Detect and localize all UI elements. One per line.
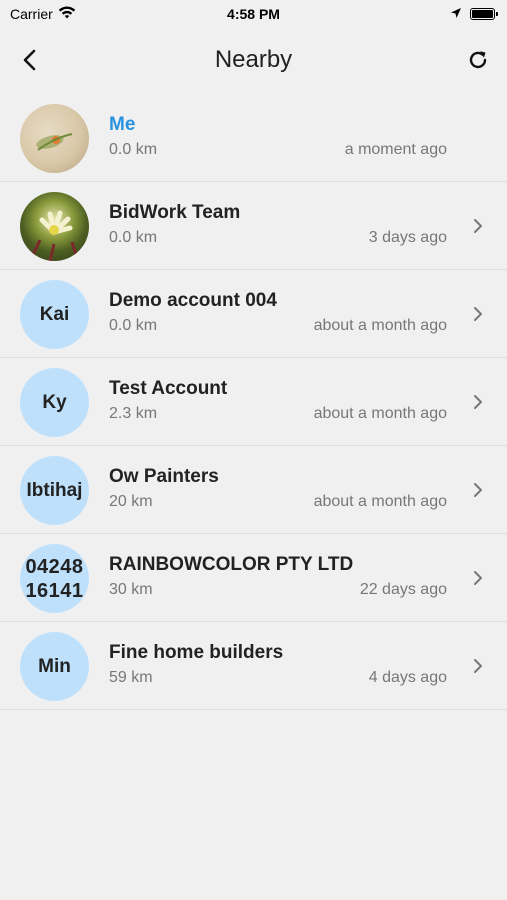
nav-bar: Nearby	[0, 30, 507, 90]
contact-name: Fine home builders	[109, 642, 284, 663]
chevron-right-icon	[474, 307, 482, 321]
list-item-bidwork-team[interactable]: BidWork Team 0.0 km 3 days ago	[0, 182, 507, 270]
contact-time: 4 days ago	[368, 669, 447, 686]
contact-name: BidWork Team	[109, 202, 241, 223]
contact-distance: 0.0 km	[109, 317, 158, 334]
chevron-right-icon	[474, 571, 482, 585]
status-time: 4:58 PM	[227, 6, 280, 22]
list-item-demo-account-004[interactable]: Kai Demo account 004 0.0 km about a mont…	[0, 270, 507, 358]
contact-name: Me	[109, 114, 136, 135]
list-item-rainbowcolor[interactable]: 04248 16141 RAINBOWCOLOR PTY LTD 30 km 2…	[0, 534, 507, 622]
list-item-fine-home-builders[interactable]: Min Fine home builders 59 km 4 days ago	[0, 622, 507, 710]
contact-distance: 0.0 km	[109, 229, 158, 246]
list-item-test-account[interactable]: Ky Test Account 2.3 km about a month ago	[0, 358, 507, 446]
location-arrow-icon	[450, 6, 462, 22]
avatar	[20, 192, 89, 261]
contact-time: a moment ago	[344, 141, 447, 158]
avatar-initials: Min	[20, 632, 89, 701]
battery-fill	[472, 10, 493, 18]
contact-distance: 30 km	[109, 581, 153, 598]
avatar-initials: 04248 16141	[20, 544, 89, 613]
chevron-right-icon	[474, 219, 482, 233]
page-title: Nearby	[214, 46, 293, 73]
contact-name: Ow Painters	[109, 466, 219, 487]
contact-name: Test Account	[109, 378, 228, 399]
contact-time: about a month ago	[313, 317, 447, 334]
avatar-initials: Ky	[20, 368, 89, 437]
contact-distance: 2.3 km	[109, 405, 158, 422]
contact-distance: 20 km	[109, 493, 153, 510]
list-item-me[interactable]: Me 0.0 km a moment ago	[0, 94, 507, 182]
refresh-button[interactable]	[463, 44, 493, 76]
chevron-right-icon	[474, 483, 482, 497]
avatar	[20, 104, 89, 173]
avatar-photo	[28, 210, 80, 261]
contact-time: 22 days ago	[359, 581, 447, 598]
status-right	[450, 6, 498, 22]
contact-distance: 0.0 km	[109, 141, 158, 158]
nearby-list: Me 0.0 km a moment ago BidWork Team 0.0 …	[0, 94, 507, 710]
avatar-initials: Kai	[20, 280, 89, 349]
contact-time: about a month ago	[313, 405, 447, 422]
avatar-initials: Ibtihaj	[20, 456, 89, 525]
chevron-right-icon	[474, 395, 482, 409]
list-item-ow-painters[interactable]: Ibtihaj Ow Painters 20 km about a month …	[0, 446, 507, 534]
refresh-icon	[469, 51, 487, 69]
status-bar: Carrier 4:58 PM	[0, 0, 507, 28]
contact-name: Demo account 004	[109, 290, 277, 311]
contact-time: 3 days ago	[368, 229, 447, 246]
chevron-right-icon	[474, 659, 482, 673]
contact-time: about a month ago	[313, 493, 447, 510]
avatar-photo	[36, 133, 73, 151]
battery-icon	[470, 8, 498, 20]
contact-distance: 59 km	[109, 669, 153, 686]
contact-name: RAINBOWCOLOR PTY LTD	[109, 554, 354, 575]
